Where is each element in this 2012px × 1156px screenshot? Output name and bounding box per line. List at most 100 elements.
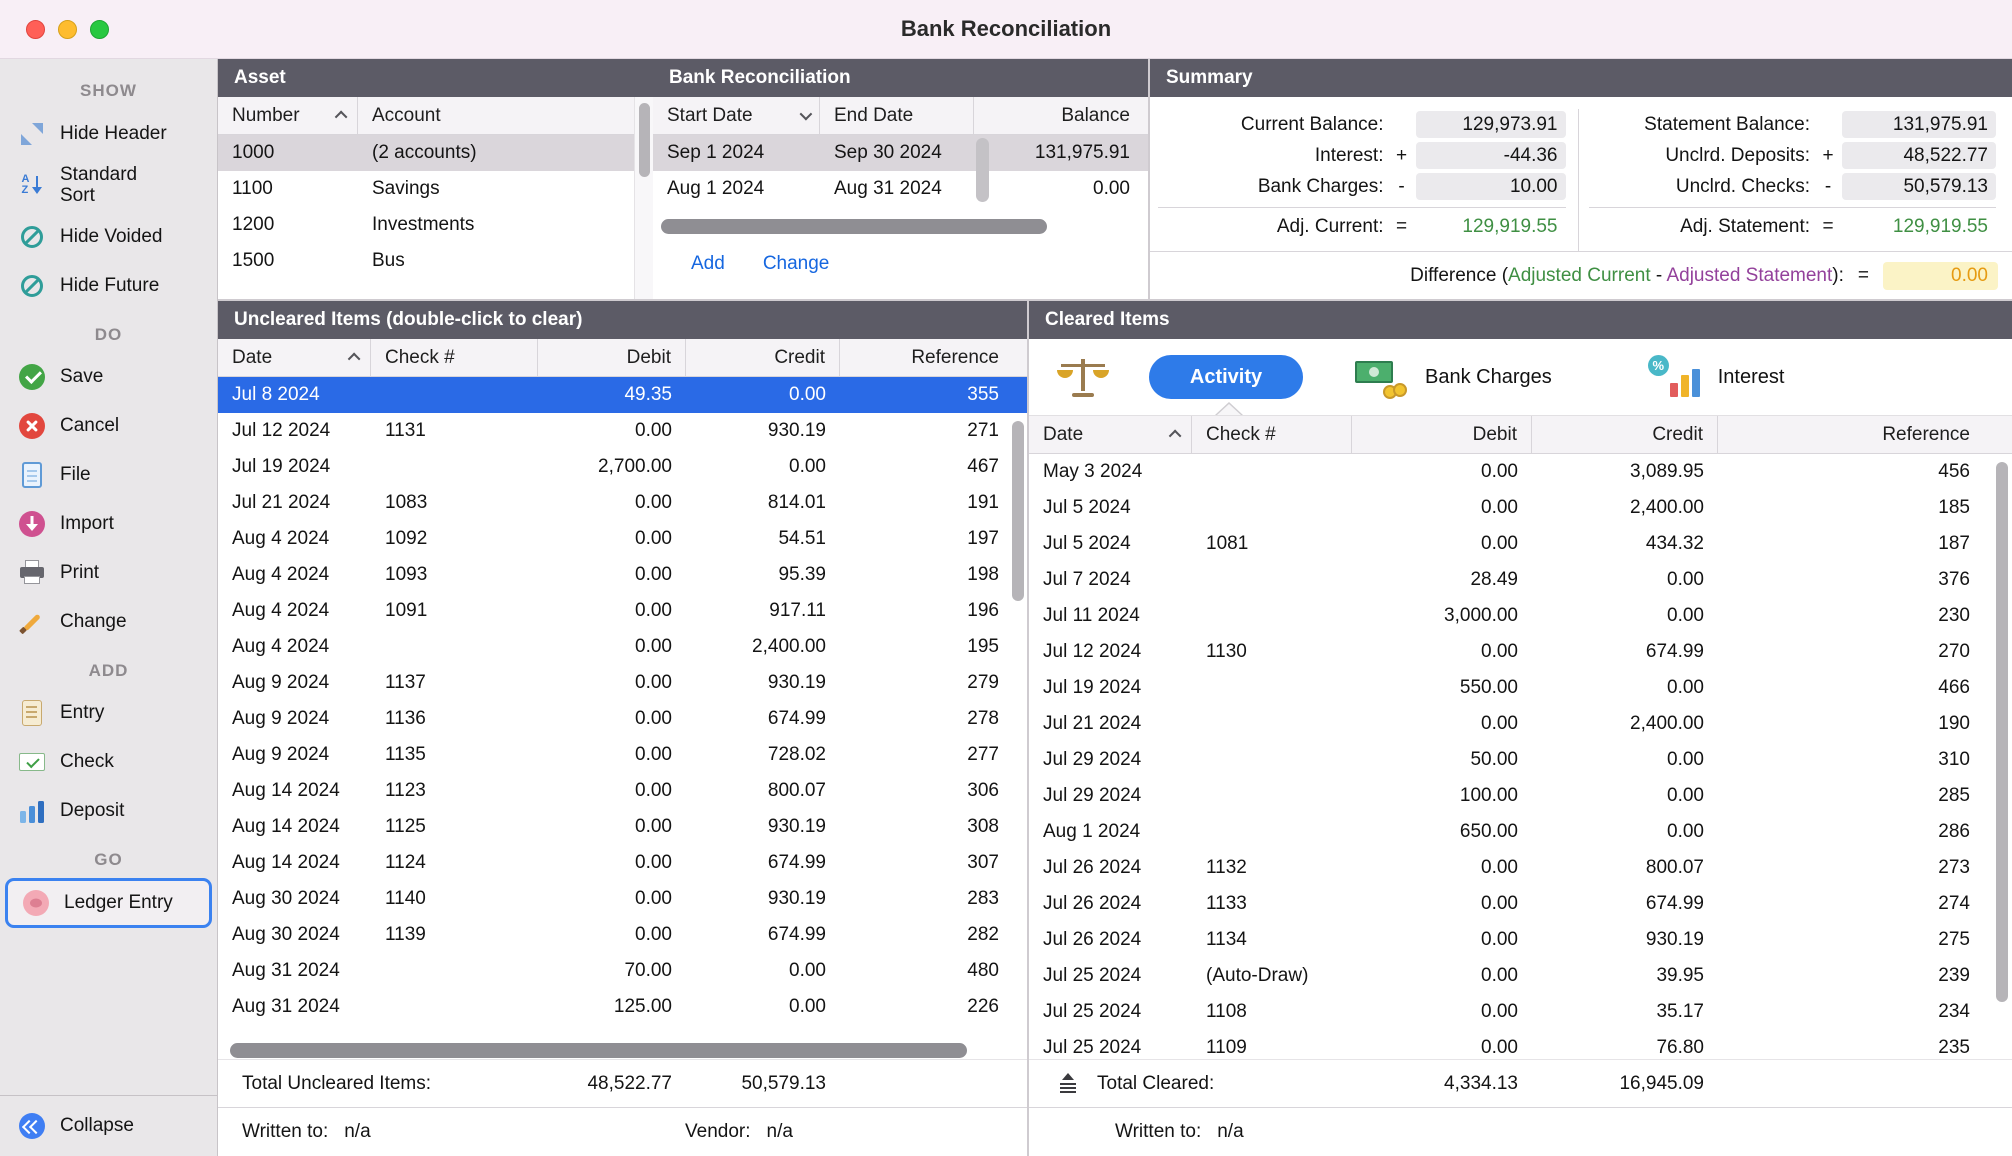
- sidebar-item-cancel[interactable]: Cancel: [0, 402, 217, 451]
- difference-equals: =: [1858, 265, 1869, 287]
- cleared-row[interactable]: Jul 26 2024 1133 0.00 674.99 274: [1029, 886, 2012, 922]
- cleared-vertical-scrollbar[interactable]: [1996, 462, 2008, 1002]
- column-header-reference[interactable]: Reference: [840, 339, 1027, 376]
- cleared-row[interactable]: Aug 1 2024 650.00 0.00 286: [1029, 814, 2012, 850]
- uncleared-row[interactable]: Aug 31 2024 70.00 0.00 480: [218, 953, 1027, 989]
- cleared-row[interactable]: Jul 25 2024 (Auto-Draw) 0.00 39.95 239: [1029, 958, 2012, 994]
- column-header-date[interactable]: Date: [218, 339, 371, 376]
- cleared-row[interactable]: Jul 5 2024 1081 0.00 434.32 187: [1029, 526, 2012, 562]
- asset-row[interactable]: 1000 (2 accounts): [218, 135, 634, 171]
- column-header-credit[interactable]: Credit: [1532, 416, 1718, 453]
- scrollbar-thumb[interactable]: [639, 103, 650, 177]
- change-link[interactable]: Change: [763, 253, 830, 275]
- uncleared-row[interactable]: Jul 8 2024 49.35 0.00 355: [218, 377, 1027, 413]
- sidebar-item-save[interactable]: Save: [0, 353, 217, 402]
- sidebar-item-hide-header[interactable]: Hide Header: [0, 109, 217, 158]
- uncleared-row[interactable]: Aug 9 2024 1137 0.00 930.19 279: [218, 665, 1027, 701]
- asset-row[interactable]: 1200 Investments: [218, 207, 634, 243]
- column-header-check[interactable]: Check #: [1192, 416, 1352, 453]
- uncleared-row[interactable]: Aug 4 2024 1091 0.00 917.11 196: [218, 593, 1027, 629]
- cleared-row[interactable]: Jul 5 2024 0.00 2,400.00 185: [1029, 490, 2012, 526]
- window-title: Bank Reconciliation: [0, 16, 2012, 42]
- sidebar-item-hide-future[interactable]: Hide Future: [0, 262, 217, 311]
- column-header-balance[interactable]: Balance: [992, 97, 1148, 134]
- column-header-account[interactable]: Account: [358, 97, 634, 134]
- sort-az-icon: AZ: [16, 169, 48, 201]
- uncleared-vertical-scrollbar[interactable]: [1012, 421, 1024, 601]
- expand-rows-icon[interactable]: [1057, 1073, 1079, 1095]
- cleared-row[interactable]: Jul 29 2024 100.00 0.00 285: [1029, 778, 2012, 814]
- uncleared-row[interactable]: Aug 14 2024 1124 0.00 674.99 307: [218, 845, 1027, 881]
- bank-check-icon: [16, 746, 48, 778]
- difference-label: Difference (Adjusted Current - Adjusted …: [1410, 265, 1844, 287]
- uncleared-row[interactable]: Aug 31 2024 125.00 0.00 226: [218, 989, 1027, 1025]
- sidebar-item-ledger-entry[interactable]: Ledger Entry: [5, 878, 212, 928]
- column-header-number[interactable]: Number: [218, 97, 358, 134]
- printer-icon: [16, 557, 48, 589]
- cleared-row[interactable]: Jul 26 2024 1132 0.00 800.07 273: [1029, 850, 2012, 886]
- column-header-date[interactable]: Date: [1029, 416, 1192, 453]
- asset-row-partial[interactable]: [218, 279, 634, 299]
- cleared-row[interactable]: Jul 25 2024 1108 0.00 35.17 234: [1029, 994, 2012, 1030]
- tab-activity[interactable]: Activity: [1149, 355, 1303, 399]
- tab-bank-charges[interactable]: Bank Charges: [1425, 366, 1552, 389]
- cleared-row[interactable]: Jul 25 2024 1109 0.00 76.80 235: [1029, 1030, 2012, 1059]
- sidebar-item-deposit[interactable]: Deposit: [0, 787, 217, 836]
- uncleared-row[interactable]: Aug 4 2024 0.00 2,400.00 195: [218, 629, 1027, 665]
- zoom-window-button[interactable]: [90, 20, 109, 39]
- column-header-credit[interactable]: Credit: [686, 339, 840, 376]
- sidebar-item-hide-voided[interactable]: Hide Voided: [0, 213, 217, 262]
- recon-row[interactable]: Sep 1 2024 Sep 30 2024 131,975.91: [653, 135, 1148, 171]
- sidebar-item-entry[interactable]: Entry: [0, 689, 217, 738]
- tab-interest[interactable]: Interest: [1718, 366, 1785, 389]
- summary-value: 50,579.13: [1842, 173, 1996, 200]
- sidebar-item-change[interactable]: Change: [0, 598, 217, 647]
- add-link[interactable]: Add: [691, 253, 725, 275]
- uncleared-row[interactable]: Aug 9 2024 1135 0.00 728.02 277: [218, 737, 1027, 773]
- collapse-button[interactable]: Collapse: [0, 1096, 217, 1156]
- cleared-row[interactable]: Jul 26 2024 1134 0.00 930.19 275: [1029, 922, 2012, 958]
- scrollbar-thumb[interactable]: [661, 219, 1047, 234]
- uncleared-row[interactable]: Jul 12 2024 1131 0.00 930.19 271: [218, 413, 1027, 449]
- close-window-button[interactable]: [26, 20, 45, 39]
- sidebar-item-import[interactable]: Import: [0, 500, 217, 549]
- recon-vertical-scrollbar[interactable]: [976, 138, 989, 202]
- scrollbar-thumb[interactable]: [230, 1043, 967, 1058]
- cleared-panel-title: Cleared Items: [1045, 309, 1170, 331]
- pencil-icon: [16, 606, 48, 638]
- cleared-total-debit: 4,334.13: [1352, 1073, 1532, 1095]
- column-header-debit[interactable]: Debit: [538, 339, 686, 376]
- uncleared-written-row: Written to: n/a Vendor: n/a: [218, 1108, 1027, 1156]
- cleared-row[interactable]: May 3 2024 0.00 3,089.95 456: [1029, 454, 2012, 490]
- column-header-reference[interactable]: Reference: [1718, 416, 2012, 453]
- column-header-start-date[interactable]: Start Date: [653, 97, 820, 134]
- sidebar-item-standard-sort[interactable]: AZ Standard Sort: [0, 158, 217, 213]
- cleared-row[interactable]: Jul 7 2024 28.49 0.00 376: [1029, 562, 2012, 598]
- uncleared-row[interactable]: Aug 14 2024 1125 0.00 930.19 308: [218, 809, 1027, 845]
- uncleared-horizontal-scrollbar: [226, 1043, 1019, 1059]
- cleared-row[interactable]: Jul 29 2024 50.00 0.00 310: [1029, 742, 2012, 778]
- uncleared-row[interactable]: Aug 30 2024 1140 0.00 930.19 283: [218, 881, 1027, 917]
- cleared-row[interactable]: Jul 21 2024 0.00 2,400.00 190: [1029, 706, 2012, 742]
- cleared-row[interactable]: Jul 11 2024 3,000.00 0.00 230: [1029, 598, 2012, 634]
- uncleared-row[interactable]: Aug 4 2024 1093 0.00 95.39 198: [218, 557, 1027, 593]
- uncleared-row[interactable]: Aug 4 2024 1092 0.00 54.51 197: [218, 521, 1027, 557]
- column-header-debit[interactable]: Debit: [1352, 416, 1532, 453]
- column-header-end-date[interactable]: End Date: [820, 97, 974, 134]
- sidebar-item-check[interactable]: Check: [0, 738, 217, 787]
- cleared-row[interactable]: Jul 19 2024 550.00 0.00 466: [1029, 670, 2012, 706]
- uncleared-row[interactable]: Aug 30 2024 1139 0.00 674.99 282: [218, 917, 1027, 953]
- sidebar-item-print[interactable]: Print: [0, 549, 217, 598]
- cleared-row[interactable]: Jul 12 2024 1130 0.00 674.99 270: [1029, 634, 2012, 670]
- ledger-scroll-icon: [16, 697, 48, 729]
- asset-row[interactable]: 1100 Savings: [218, 171, 634, 207]
- asset-row[interactable]: 1500 Bus: [218, 243, 634, 279]
- column-header-check[interactable]: Check #: [371, 339, 538, 376]
- uncleared-row[interactable]: Aug 14 2024 1123 0.00 800.07 306: [218, 773, 1027, 809]
- uncleared-row[interactable]: Jul 19 2024 2,700.00 0.00 467: [218, 449, 1027, 485]
- minimize-window-button[interactable]: [58, 20, 77, 39]
- recon-row[interactable]: Aug 1 2024 Aug 31 2024 0.00: [653, 171, 1148, 207]
- uncleared-row[interactable]: Jul 21 2024 1083 0.00 814.01 191: [218, 485, 1027, 521]
- uncleared-row[interactable]: Aug 9 2024 1136 0.00 674.99 278: [218, 701, 1027, 737]
- sidebar-item-file[interactable]: File: [0, 451, 217, 500]
